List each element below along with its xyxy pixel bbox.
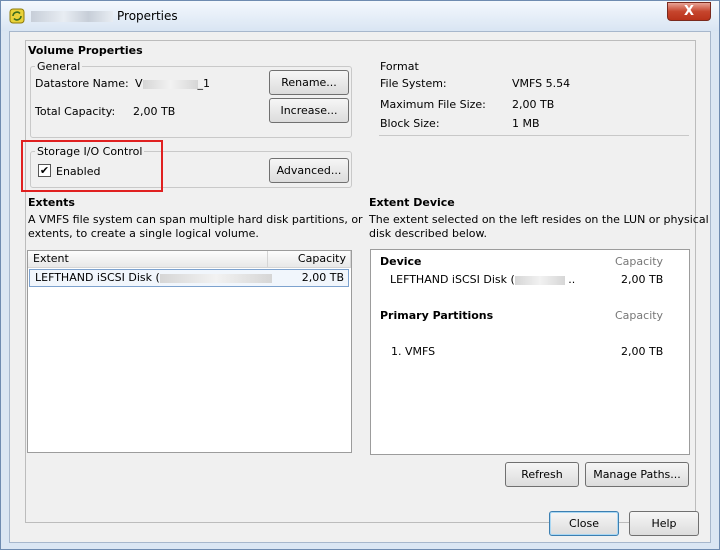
manage-paths-button[interactable]: Manage Paths... <box>585 462 689 487</box>
capacity-column-header[interactable]: Capacity <box>268 251 351 268</box>
file-system-value: VMFS 5.54 <box>512 77 571 90</box>
redacted-device-id <box>514 275 565 285</box>
max-file-size-value: 2,00 TB <box>512 98 555 111</box>
close-button[interactable]: Close <box>549 511 619 536</box>
partitions-capacity-heading: Capacity <box>615 309 664 322</box>
extent-device-heading: Extent Device <box>369 196 455 209</box>
extent-column-header[interactable]: Extent <box>28 251 268 268</box>
device-name: LEFTHAND iSCSI Disk ( .. <box>390 273 576 286</box>
extents-description-line2: extents, to create a single logical volu… <box>28 227 259 240</box>
extents-description-line1: A VMFS file system can span multiple har… <box>28 213 363 226</box>
device-capacity-heading: Capacity <box>615 255 664 268</box>
block-size-value: 1 MB <box>512 117 540 130</box>
table-row[interactable]: LEFTHAND iSCSI Disk ( 2,00 TB <box>29 269 349 287</box>
format-divider <box>379 135 689 136</box>
file-system-label: File System: <box>380 77 447 90</box>
redacted-datastore-name <box>142 79 198 89</box>
increase-button[interactable]: Increase... <box>269 98 349 123</box>
partition-name: 1. VMFS <box>391 345 436 358</box>
block-size-label: Block Size: <box>380 117 440 130</box>
title-bar[interactable]: Properties X <box>1 1 719 31</box>
help-button[interactable]: Help <box>629 511 699 536</box>
refresh-button[interactable]: Refresh <box>505 462 579 487</box>
primary-partitions-heading: Primary Partitions <box>380 309 494 322</box>
partition-capacity-value: 2,00 TB <box>621 345 664 358</box>
extents-list[interactable]: Extent Capacity LEFTHAND iSCSI Disk ( 2,… <box>27 250 352 453</box>
redacted-volume-name <box>31 11 113 22</box>
device-capacity-value: 2,00 TB <box>621 273 664 286</box>
capacity-cell: 2,00 TB <box>301 271 344 284</box>
redacted-disk-id <box>159 273 272 283</box>
datastore-app-icon <box>9 8 25 24</box>
datastore-name-label: Datastore Name: <box>35 77 129 90</box>
advanced-button[interactable]: Advanced... <box>269 158 349 183</box>
extent-device-description-line2: disk described below. <box>369 227 487 240</box>
highlight-annotation <box>21 140 163 192</box>
total-capacity-value: 2,00 TB <box>133 105 176 118</box>
properties-window: Properties X Volume Properties General D… <box>0 0 720 550</box>
datastore-name-value: V _1 <box>135 77 211 90</box>
properties-panel: Volume Properties General Datastore Name… <box>21 40 709 523</box>
extents-heading: Extents <box>28 196 75 209</box>
format-heading: Format <box>380 60 419 73</box>
window-title: Properties <box>31 9 178 23</box>
extent-device-panel: Device Capacity LEFTHAND iSCSI Disk ( ..… <box>370 249 690 455</box>
dialog-client-area: Volume Properties General Datastore Name… <box>9 31 711 543</box>
volume-properties-heading: Volume Properties <box>28 44 143 57</box>
device-heading: Device <box>380 255 422 268</box>
general-legend: General <box>37 60 81 73</box>
extent-cell: LEFTHAND iSCSI Disk ( <box>35 270 272 286</box>
total-capacity-label: Total Capacity: <box>35 105 116 118</box>
max-file-size-label: Maximum File Size: <box>380 98 486 111</box>
window-close-icon[interactable]: X <box>667 2 711 21</box>
extent-device-description-line1: The extent selected on the left resides … <box>369 213 709 226</box>
rename-button[interactable]: Rename... <box>269 70 349 95</box>
